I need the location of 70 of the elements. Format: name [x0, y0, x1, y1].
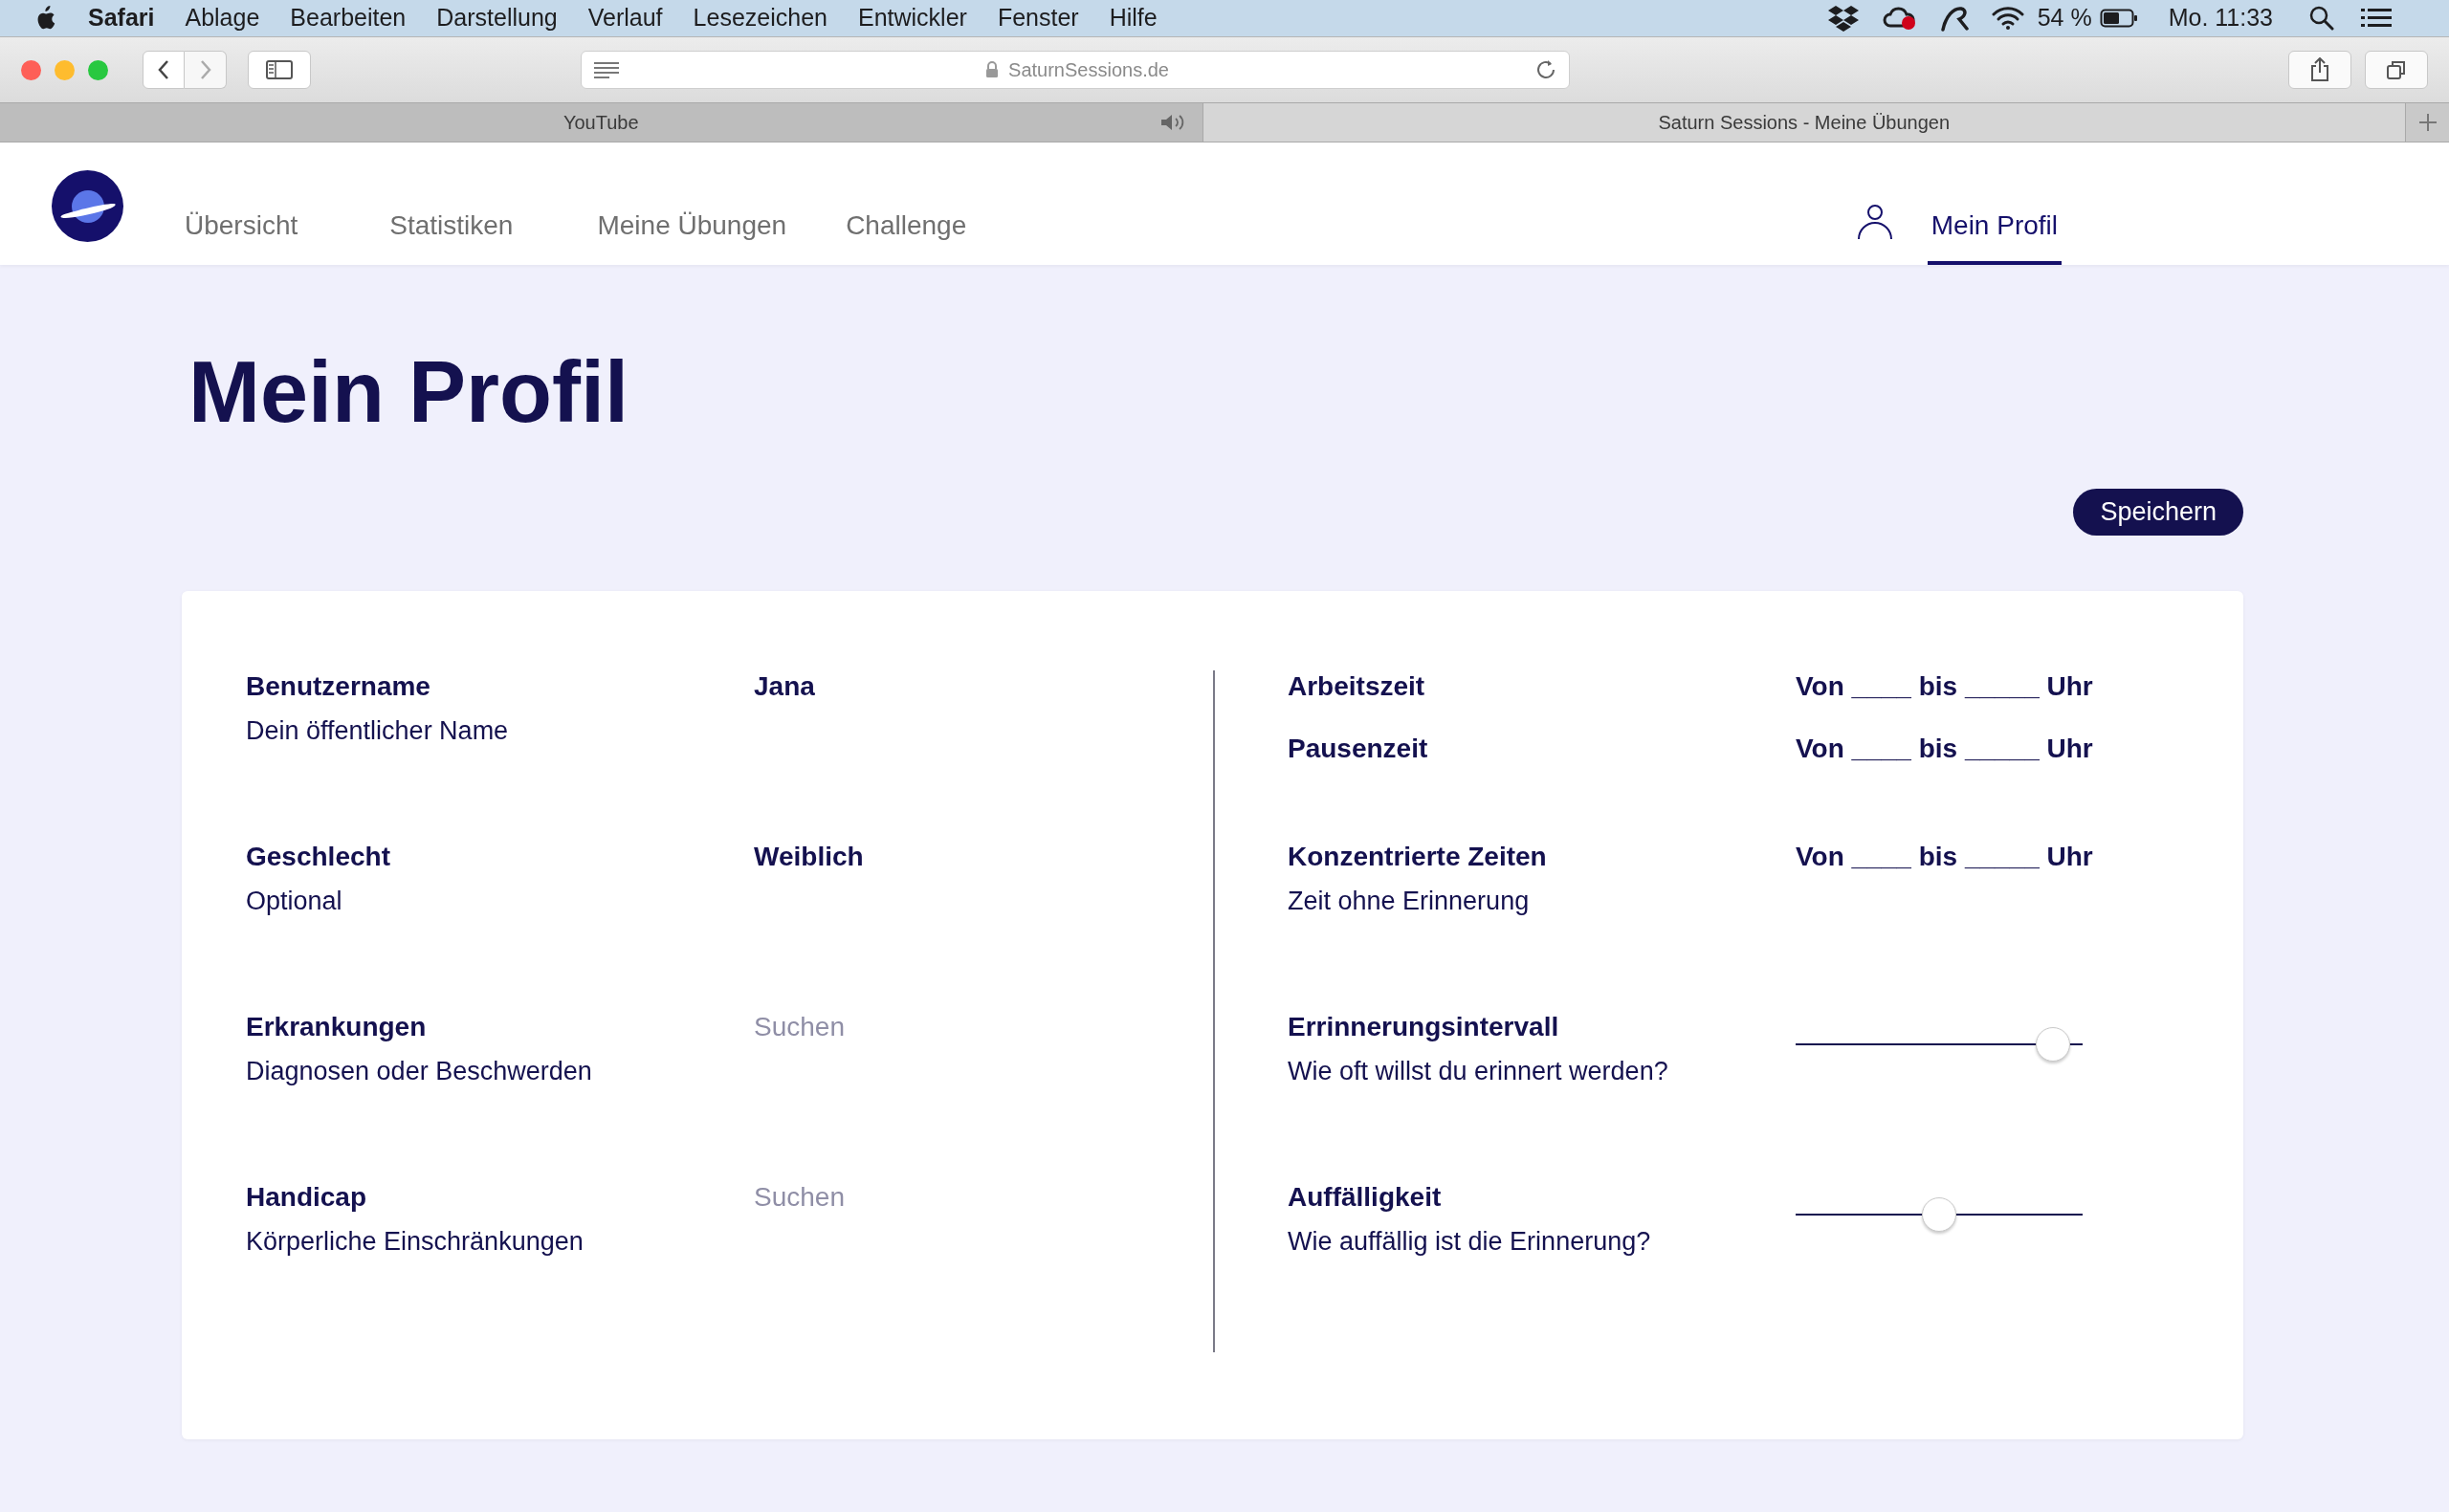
search-icon[interactable]	[2309, 6, 2334, 31]
list-icon[interactable]	[2361, 8, 2392, 29]
new-tab-button[interactable]	[2405, 103, 2449, 142]
share-icon	[2310, 57, 2329, 82]
field-label: Arbeitszeit	[1288, 670, 1425, 703]
time-range-field[interactable]: Von ____ bis _____ Uhr	[1796, 841, 2093, 873]
field-hint: Wie oft willst du erinnert werden?	[1288, 1056, 1668, 1087]
menu-item[interactable]: Darstellung	[436, 0, 558, 36]
field-value: Jana	[754, 670, 815, 703]
menu-item[interactable]: Ablage	[185, 0, 260, 36]
field-hint: Optional	[246, 886, 342, 917]
menu-item[interactable]: Fenster	[997, 0, 1079, 36]
chevron-left-icon	[157, 59, 170, 80]
field-label: Auffälligkeit	[1288, 1181, 1442, 1214]
overlapping-squares-icon	[2386, 59, 2407, 80]
menubar-clock: Mo. 11:33	[2168, 3, 2273, 33]
menu-item[interactable]: Entwickler	[857, 0, 967, 36]
sidebar-icon	[266, 60, 293, 79]
share-button[interactable]	[2288, 51, 2351, 89]
search-field[interactable]: Suchen	[754, 1011, 1041, 1043]
time-range-field[interactable]: Von ____ bis _____ Uhr	[1796, 733, 2093, 765]
back-button[interactable]	[143, 51, 185, 89]
field-label: Handicap	[246, 1181, 367, 1214]
sidebar-button[interactable]	[248, 51, 311, 89]
field-label: Erkrankungen	[246, 1011, 427, 1043]
plus-icon	[2417, 113, 2438, 132]
field-hint: Dein öffentlicher Name	[246, 715, 509, 747]
search-field[interactable]: Suchen	[754, 1181, 1041, 1214]
field-hint: Zeit ohne Erinnerung	[1288, 886, 1530, 917]
page-title: Mein Profil	[188, 349, 629, 435]
slider[interactable]	[1796, 1027, 2083, 1062]
slider[interactable]	[1796, 1197, 2083, 1232]
menu-item[interactable]: Verlauf	[587, 0, 663, 36]
battery-icon[interactable]	[2099, 8, 2138, 29]
tab-overview-button[interactable]	[2365, 51, 2428, 89]
dropbox-icon[interactable]	[1826, 5, 1860, 32]
field-hint: Diagnosen oder Beschwerden	[246, 1056, 592, 1087]
field-value: Weiblich	[754, 841, 864, 873]
field-label: Errinnerungsintervall	[1288, 1011, 1559, 1043]
nav-link[interactable]: Challenge	[846, 142, 967, 265]
menu-item[interactable]: Hilfe	[1109, 0, 1158, 36]
slider-thumb[interactable]	[1922, 1197, 1956, 1232]
menu-item[interactable]: Lesezeichen	[693, 0, 827, 36]
nav-link[interactable]: Übersicht	[185, 142, 298, 265]
browser-tab[interactable]: Saturn Sessions - Meine Übungen	[1202, 103, 2405, 142]
address-bar[interactable]: SaturnSessions.de	[581, 51, 1570, 89]
field-label: Konzentrierte Zeiten	[1288, 841, 1547, 873]
slider-thumb[interactable]	[2035, 1027, 2070, 1062]
reader-icon[interactable]	[593, 61, 620, 78]
user-icon[interactable]	[1856, 204, 1893, 240]
field-hint: Körperliche Einschränkungen	[246, 1226, 584, 1258]
field-hint: Wie auffällig ist die Erinnerung?	[1288, 1226, 1651, 1258]
time-range-field[interactable]: Von ____ bis _____ Uhr	[1796, 670, 2093, 703]
menu-item[interactable]: Bearbeiten	[290, 0, 407, 36]
field-label: Benutzername	[246, 670, 430, 703]
url-text: SaturnSessions.de	[1008, 58, 1169, 82]
cloud-icon[interactable]	[1882, 5, 1917, 32]
wifi-icon[interactable]	[1991, 6, 2024, 31]
swirl-icon[interactable]	[1939, 5, 1969, 32]
nav-link[interactable]: Statistiken	[389, 142, 514, 265]
field-label: Geschlecht	[246, 841, 390, 873]
lock-icon	[985, 61, 1000, 78]
chevron-right-icon	[198, 59, 212, 80]
field-label: Pausenzeit	[1288, 733, 1428, 765]
save-button[interactable]: Speichern	[2073, 489, 2243, 536]
nav-link[interactable]: Mein Profil	[1927, 142, 2062, 265]
app-menu[interactable]: Safari	[88, 0, 155, 36]
reload-icon[interactable]	[1534, 58, 1557, 81]
nav-link[interactable]: Meine Übungen	[597, 142, 787, 265]
battery-percent: 54 %	[2037, 3, 2092, 33]
